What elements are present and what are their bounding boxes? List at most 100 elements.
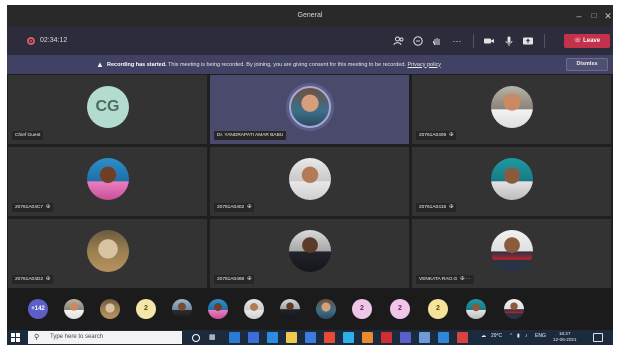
minimize-icon[interactable]: – (573, 10, 585, 22)
participant-tile[interactable]: 20761A0409 ✠ (412, 75, 611, 144)
participant-tile[interactable]: 20761A0402 ✠ (210, 147, 409, 216)
privacy-policy-link[interactable]: Privacy policy (407, 62, 441, 68)
participant-name: 20761A0468 (217, 277, 245, 282)
camera-icon[interactable] (483, 35, 495, 47)
network-icon[interactable]: ▮ (517, 333, 520, 339)
participant-tile[interactable]: VENKATA RAO.G ✠ ··· (412, 219, 611, 288)
participant-strip: +142 2 2 2 2 (7, 288, 613, 330)
mic-muted-icon: ✠ (460, 276, 465, 282)
video-grid: CG Chief Guest Dr. YANDRAPATI AMAR BABU … (7, 75, 613, 288)
avatar (86, 229, 129, 272)
window-title: General (297, 12, 323, 19)
participant-name-tag: 20761A0415 ✠ (416, 203, 457, 212)
avatar (288, 85, 331, 128)
search-placeholder: Type here to search (50, 334, 104, 340)
dismiss-button[interactable]: Dismiss (566, 58, 608, 71)
participant-name: 20761A04C7 (15, 205, 44, 210)
windows-taskbar: ⚲ Type here to search ▦ ☁ 29°C ⌃ ▮ ♪ ENG… (7, 330, 613, 345)
participant-name: VENKATA RAO.G (419, 277, 458, 282)
participant-name-tag: 20761A0468 ✠ (214, 275, 255, 284)
meeting-timer: 02:34:12 (40, 37, 68, 44)
more-options-icon[interactable]: ··· (466, 277, 471, 282)
raise-hand-icon[interactable] (431, 35, 443, 47)
avatar[interactable] (208, 299, 228, 319)
chat-icon[interactable] (412, 35, 424, 47)
file-explorer-icon[interactable] (286, 332, 297, 343)
avatar[interactable] (316, 299, 336, 319)
participant-name: 20761A04D2 (15, 277, 44, 282)
notification-icon[interactable] (593, 333, 603, 342)
participant-name-tag: 20761A04C7 ✠ (12, 203, 54, 212)
avatar[interactable] (64, 299, 84, 319)
avatar[interactable]: 2 (136, 299, 156, 319)
close-icon[interactable]: ✕ (602, 10, 613, 22)
app-icon[interactable] (305, 332, 316, 343)
avatar (490, 157, 533, 200)
weather-temperature[interactable]: 29°C (491, 333, 502, 339)
avatar[interactable]: 2 (390, 299, 410, 319)
leave-button[interactable]: ☏ Leave (564, 34, 610, 48)
mic-muted-icon: ✠ (46, 204, 51, 210)
avatar[interactable] (280, 299, 300, 319)
phone-hangup-icon: ☏ (573, 38, 582, 44)
banner-message: Recording has started. This meeting is b… (107, 62, 441, 68)
participant-tile-active-speaker[interactable]: Dr. YANDRAPATI AMAR BABU (210, 75, 409, 144)
participant-tile[interactable]: 20761A0415 ✠ (412, 147, 611, 216)
app-icon[interactable] (343, 332, 354, 343)
participant-name: Dr. YANDRAPATI AMAR BABU (217, 133, 284, 138)
edge-icon[interactable] (229, 332, 240, 343)
weather-icon[interactable]: ☁ (481, 333, 486, 339)
recording-icon (27, 37, 35, 45)
app-icon[interactable] (248, 332, 259, 343)
avatar[interactable] (244, 299, 264, 319)
teams-meeting-window: General – □ ✕ 02:34:12 ··· ☏ Leave ▲ Rec… (7, 5, 613, 345)
language-indicator[interactable]: ENG (535, 333, 546, 339)
windows-start-icon[interactable] (11, 333, 20, 342)
app-icon[interactable] (457, 332, 468, 343)
participant-name: 20761A0402 (217, 205, 245, 210)
banner-text: This meeting is being recorded. By joini… (168, 61, 406, 68)
avatar: CG (86, 85, 129, 128)
app-icon[interactable] (362, 332, 373, 343)
app-icon[interactable] (438, 332, 449, 343)
share-screen-icon[interactable] (522, 35, 534, 47)
participant-name-tag: 20761A04D2 ✠ (12, 275, 54, 284)
avatar[interactable]: 2 (428, 299, 448, 319)
meeting-toolbar: 02:34:12 ··· ☏ Leave (7, 27, 613, 55)
avatar[interactable]: 2 (352, 299, 372, 319)
chevron-up-icon[interactable]: ⌃ (509, 333, 513, 339)
more-options-icon[interactable]: ··· (451, 35, 463, 47)
participants-icon[interactable] (393, 35, 405, 47)
store-icon[interactable] (267, 332, 278, 343)
avatar[interactable] (172, 299, 192, 319)
participant-name-tag: Dr. YANDRAPATI AMAR BABU (214, 131, 287, 140)
avatar[interactable] (466, 299, 486, 319)
teams-icon[interactable] (400, 332, 411, 343)
task-view-icon[interactable]: ▦ (209, 332, 220, 343)
app-icon[interactable] (324, 332, 335, 343)
participant-tile[interactable]: 20761A04C7 ✠ (8, 147, 207, 216)
maximize-icon[interactable]: □ (588, 10, 600, 22)
cortana-icon[interactable] (192, 333, 200, 342)
participant-tile[interactable]: CG Chief Guest (8, 75, 207, 144)
participant-tile[interactable]: 20761A04D2 ✠ (8, 219, 207, 288)
search-icon: ⚲ (34, 334, 40, 341)
warning-icon: ▲ (96, 60, 104, 69)
avatar[interactable] (504, 299, 524, 319)
participant-name-tag: 20761A0409 ✠ (416, 131, 457, 140)
avatar (490, 85, 533, 128)
participant-name-tag: 20761A0402 ✠ (214, 203, 255, 212)
participant-tile[interactable]: 20761A0468 ✠ (210, 219, 409, 288)
more-participants-badge[interactable]: +142 (28, 299, 48, 319)
taskbar-search-input[interactable]: ⚲ Type here to search (28, 331, 182, 344)
taskbar-clock[interactable]: 16:27 12-06-2021 (553, 331, 577, 343)
leave-button-label: Leave (583, 38, 601, 44)
app-icon[interactable] (419, 332, 430, 343)
avatar[interactable] (100, 299, 120, 319)
microphone-icon[interactable] (503, 35, 515, 47)
volume-icon[interactable]: ♪ (525, 333, 528, 339)
title-bar: General – □ ✕ (7, 5, 613, 27)
app-icon[interactable] (381, 332, 392, 343)
mic-muted-icon: ✠ (46, 276, 51, 282)
participant-name-tag: VENKATA RAO.G ✠ ··· (416, 275, 474, 284)
